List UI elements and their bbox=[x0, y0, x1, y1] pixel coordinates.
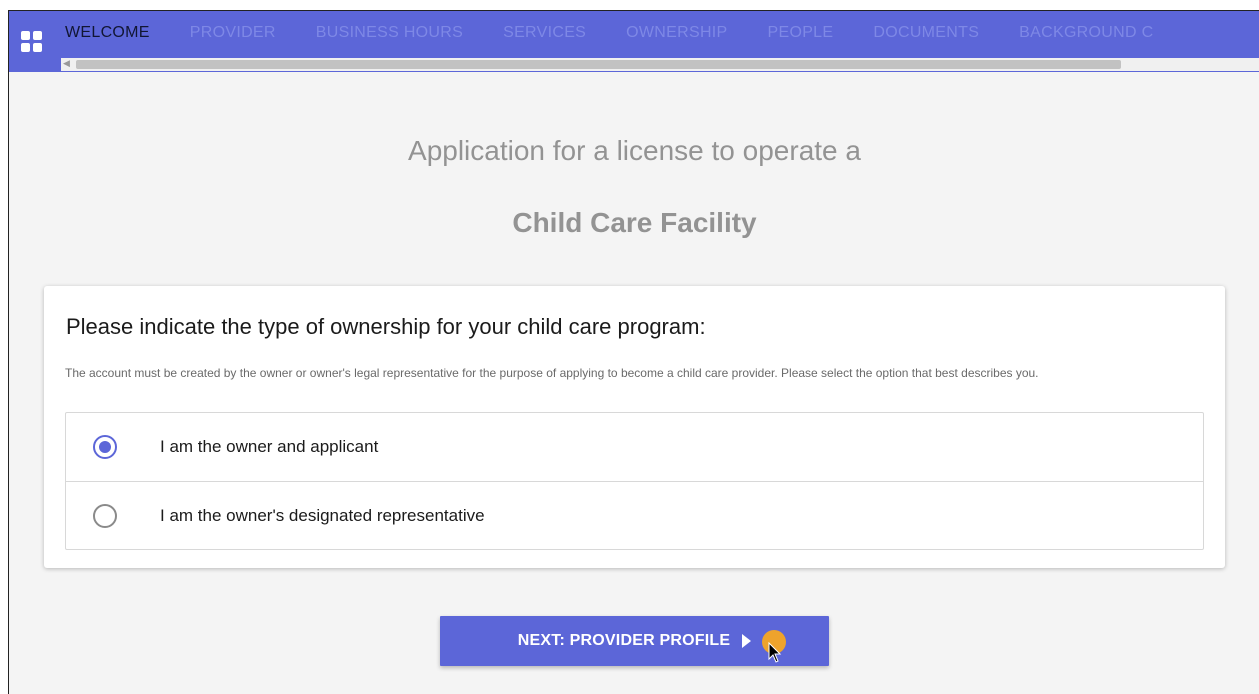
ownership-description: The account must be created by the owner… bbox=[65, 366, 1039, 380]
page-title-line1: Application for a license to operate a bbox=[408, 135, 861, 166]
tab-services[interactable]: SERVICES bbox=[503, 24, 586, 42]
top-navigation-bar: WELCOME PROVIDER BUSINESS HOURS SERVICES… bbox=[9, 11, 1259, 72]
radio-unselected-icon[interactable] bbox=[93, 503, 117, 528]
tab-people[interactable]: PEOPLE bbox=[768, 24, 834, 42]
scrollbar-thumb[interactable] bbox=[76, 60, 1121, 69]
radio-selected-icon[interactable] bbox=[93, 435, 117, 459]
step-tabs: WELCOME PROVIDER BUSINESS HOURS SERVICES… bbox=[65, 11, 1193, 55]
play-arrow-icon bbox=[742, 634, 752, 648]
option-label: I am the owner's designated representati… bbox=[160, 505, 485, 525]
mouse-pointer-icon bbox=[768, 642, 782, 663]
apps-grid-icon bbox=[20, 31, 42, 52]
app-window: WELCOME PROVIDER BUSINESS HOURS SERVICES… bbox=[8, 10, 1259, 694]
page-title-line2: Child Care Facility bbox=[512, 207, 757, 238]
tab-business-hours[interactable]: BUSINESS HOURS bbox=[316, 24, 463, 42]
ownership-options: I am the owner and applicant I am the ow… bbox=[65, 412, 1204, 550]
apps-menu-button[interactable] bbox=[9, 11, 53, 72]
option-owner-applicant[interactable]: I am the owner and applicant bbox=[66, 413, 1203, 481]
tab-background-check[interactable]: BACKGROUND C bbox=[1019, 24, 1153, 42]
tab-welcome[interactable]: WELCOME bbox=[65, 24, 150, 42]
tab-ownership[interactable]: OWNERSHIP bbox=[626, 24, 727, 42]
scroll-left-arrow-icon[interactable]: ◀ bbox=[63, 59, 70, 69]
option-designated-representative[interactable]: I am the owner's designated representati… bbox=[66, 481, 1203, 549]
tabs-horizontal-scrollbar[interactable]: ◀ bbox=[61, 58, 1259, 71]
next-button-label: NEXT: PROVIDER PROFILE bbox=[517, 632, 731, 649]
tab-documents[interactable]: DOCUMENTS bbox=[873, 24, 979, 42]
ownership-heading: Please indicate the type of ownership fo… bbox=[66, 314, 706, 339]
ownership-card: Please indicate the type of ownership fo… bbox=[44, 286, 1225, 568]
option-label: I am the owner and applicant bbox=[160, 437, 379, 456]
tab-provider[interactable]: PROVIDER bbox=[190, 24, 276, 42]
